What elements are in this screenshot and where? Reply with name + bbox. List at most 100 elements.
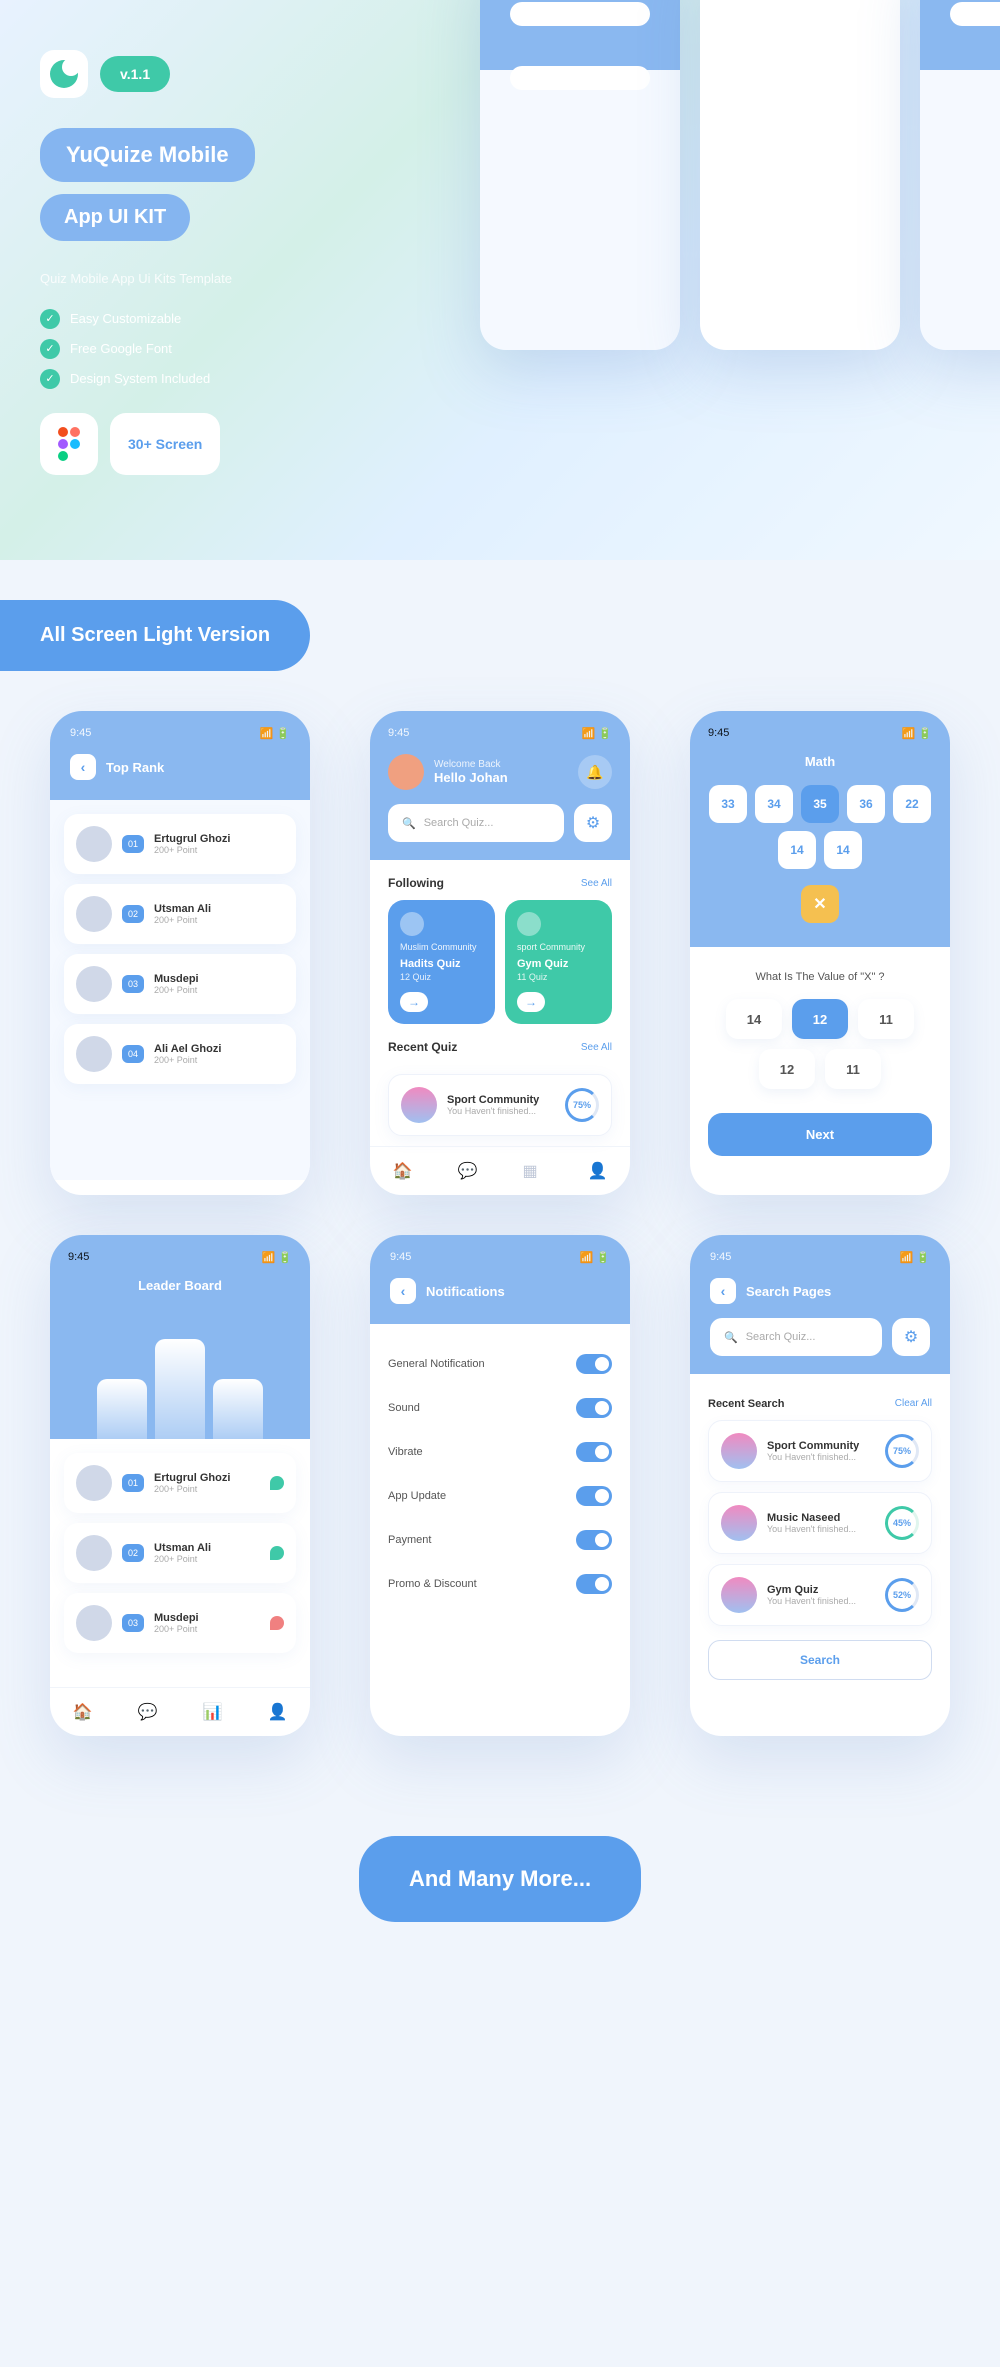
screen-count-badge: 30+ Screen xyxy=(110,413,220,475)
search-result-item[interactable]: Sport Community You Haven't finished... … xyxy=(708,1420,932,1482)
home-icon[interactable]: 🏠 xyxy=(393,1161,413,1181)
feature-item: Easy Customizable xyxy=(70,311,181,326)
notification-row: General Notification xyxy=(388,1342,612,1386)
question-number[interactable]: 35 xyxy=(801,785,839,823)
recent-quiz-item[interactable]: Sport Community You Haven't finished... … xyxy=(388,1074,612,1136)
search-input[interactable]: 🔍Search Quiz... xyxy=(388,804,564,842)
progress-ring: 45% xyxy=(885,1506,919,1540)
phone-top-rank: 9:45📶 🔋 ‹Top Rank 01 Ertugrul Ghozi 200+… xyxy=(50,711,310,1195)
back-button[interactable]: ‹ xyxy=(710,1278,736,1304)
question-number[interactable]: 22 xyxy=(893,785,931,823)
search-item-sub: You Haven't finished... xyxy=(767,1596,875,1606)
home-icon[interactable]: 🏠 xyxy=(73,1702,93,1722)
leader-points: 200+ Point xyxy=(154,1484,260,1494)
screen-title: Top Rank xyxy=(106,760,164,775)
rank-name: Ertugrul Ghozi xyxy=(154,833,230,845)
feature-item: Free Google Font xyxy=(70,341,172,356)
bell-icon[interactable]: 🔔 xyxy=(578,755,612,789)
close-icon[interactable]: ✕ xyxy=(801,885,839,923)
filter-button[interactable]: ⚙ xyxy=(574,804,612,842)
quiz-card[interactable]: sport Community Gym Quiz 11 Quiz → xyxy=(505,900,612,1024)
avatar xyxy=(76,1605,112,1641)
status-time: 9:45 xyxy=(710,1251,731,1264)
quiz-card[interactable]: Muslim Community Hadits Quiz 12 Quiz → xyxy=(388,900,495,1024)
leader-title: Leader Board xyxy=(68,1278,292,1293)
user-icon[interactable]: 👤 xyxy=(588,1161,608,1181)
question-number[interactable]: 36 xyxy=(847,785,885,823)
trend-icon xyxy=(270,1616,284,1630)
arrow-icon[interactable]: → xyxy=(517,992,545,1012)
toggle-switch[interactable] xyxy=(576,1354,612,1374)
answer-option[interactable]: 12 xyxy=(759,1049,815,1089)
toggle-switch[interactable] xyxy=(576,1530,612,1550)
rank-item[interactable]: 01 Ertugrul Ghozi 200+ Point xyxy=(64,814,296,874)
status-icons: 📶 🔋 xyxy=(260,727,290,740)
phone-math-quiz: 9:45📶 🔋 Math 33343536221414✕ What Is The… xyxy=(690,711,950,1195)
avatar xyxy=(76,966,112,1002)
toggle-switch[interactable] xyxy=(576,1486,612,1506)
avatar xyxy=(721,1577,757,1613)
see-all-link[interactable]: See All xyxy=(581,1042,612,1053)
status-icons: 📶 🔋 xyxy=(580,1251,610,1264)
leader-item[interactable]: 03 Musdepi 200+ Point xyxy=(64,1593,296,1653)
toggle-switch[interactable] xyxy=(576,1574,612,1594)
user-icon[interactable]: 👤 xyxy=(268,1702,288,1722)
leader-item[interactable]: 01 Ertugrul Ghozi 200+ Point xyxy=(64,1453,296,1513)
answer-option[interactable]: 14 xyxy=(726,999,782,1039)
card-community: Muslim Community xyxy=(400,942,483,952)
search-result-item[interactable]: Gym Quiz You Haven't finished... 52% xyxy=(708,1564,932,1626)
notification-label: App Update xyxy=(388,1490,446,1502)
status-icons: 📶 🔋 xyxy=(900,1251,930,1264)
rank-name: Musdepi xyxy=(154,973,199,985)
rank-name: Ali Ael Ghozi xyxy=(154,1043,221,1055)
rank-number: 01 xyxy=(122,835,144,853)
progress-ring: 75% xyxy=(885,1434,919,1468)
screen-title: Notifications xyxy=(426,1284,505,1299)
question-number[interactable]: 14 xyxy=(824,831,862,869)
arrow-icon[interactable]: → xyxy=(400,992,428,1012)
back-button[interactable]: ‹ xyxy=(390,1278,416,1304)
card-title: Gym Quiz xyxy=(517,958,600,970)
avatar xyxy=(721,1433,757,1469)
search-input[interactable]: 🔍Search Quiz... xyxy=(710,1318,882,1356)
answer-option[interactable]: 12 xyxy=(792,999,848,1039)
rank-item[interactable]: 03 Musdepi 200+ Point xyxy=(64,954,296,1014)
rank-number: 02 xyxy=(122,1544,144,1562)
grid-icon[interactable]: ▦ xyxy=(523,1161,543,1181)
avatar xyxy=(76,1036,112,1072)
filter-button[interactable]: ⚙ xyxy=(892,1318,930,1356)
rank-item[interactable]: 04 Ali Ael Ghozi 200+ Point xyxy=(64,1024,296,1084)
back-button[interactable]: ‹ xyxy=(70,754,96,780)
toggle-switch[interactable] xyxy=(576,1398,612,1418)
search-icon: 🔍 xyxy=(724,1331,738,1344)
card-title: Hadits Quiz xyxy=(400,958,483,970)
rank-item[interactable]: 02 Utsman Ali 200+ Point xyxy=(64,884,296,944)
avatar[interactable] xyxy=(388,754,424,790)
card-community: sport Community xyxy=(517,942,600,952)
recent-item-title: Sport Community xyxy=(447,1094,555,1106)
question-number[interactable]: 34 xyxy=(755,785,793,823)
recent-search-title: Recent Search xyxy=(708,1398,784,1410)
rank-number: 03 xyxy=(122,975,144,993)
search-result-item[interactable]: Music Naseed You Haven't finished... 45% xyxy=(708,1492,932,1554)
trend-icon xyxy=(270,1546,284,1560)
leader-points: 200+ Point xyxy=(154,1624,260,1634)
leaderboard-icon[interactable]: 📊 xyxy=(203,1702,223,1722)
answer-option[interactable]: 11 xyxy=(825,1049,881,1089)
rank-number: 04 xyxy=(122,1045,144,1063)
toggle-switch[interactable] xyxy=(576,1442,612,1462)
avatar xyxy=(721,1505,757,1541)
question-number[interactable]: 33 xyxy=(709,785,747,823)
chat-icon[interactable]: 💬 xyxy=(458,1161,478,1181)
see-all-link[interactable]: See All xyxy=(581,878,612,889)
leader-item[interactable]: 02 Utsman Ali 200+ Point xyxy=(64,1523,296,1583)
chat-icon[interactable]: 💬 xyxy=(138,1702,158,1722)
answer-option[interactable]: 11 xyxy=(858,999,914,1039)
question-number[interactable]: 14 xyxy=(778,831,816,869)
status-time: 9:45 xyxy=(390,1251,411,1264)
next-button[interactable]: Next xyxy=(708,1113,932,1156)
notification-label: Sound xyxy=(388,1402,420,1414)
search-button[interactable]: Search xyxy=(708,1640,932,1680)
clear-all-link[interactable]: Clear All xyxy=(895,1398,932,1410)
notification-label: Vibrate xyxy=(388,1446,423,1458)
